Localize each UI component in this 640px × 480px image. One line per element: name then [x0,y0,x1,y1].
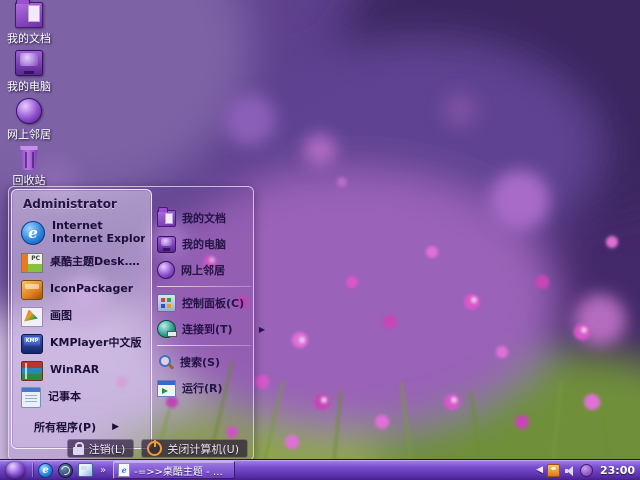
menu-divider [157,345,251,346]
taskbar: » -=>>桌酷主题 - M... ◀ 23:00 [0,459,640,480]
start-menu: Administrator Internet Internet Explorer… [8,186,265,461]
menu-item-zhuoku-theme[interactable]: 桌酷主题Desk.ZhuoKu.Com [12,249,151,276]
control-panel-icon [157,294,176,312]
menu-item-network-places[interactable]: 网上邻居 [157,257,251,283]
kmplayer-icon [21,333,43,354]
start-menu-left-panel: Administrator Internet Internet Explorer… [11,189,152,449]
menu-item-label: 搜索(S) [180,356,220,369]
network-places-icon [157,261,175,279]
menu-item-my-documents[interactable]: 我的文档 [157,205,251,231]
all-programs-button[interactable]: 所有程序(P) ▶ [34,419,119,435]
connect-to-icon [157,320,177,338]
menu-item-search[interactable]: 搜索(S) [157,349,251,375]
power-icon [147,441,163,456]
desktop-icon-label: 网上邻居 [7,128,51,141]
desktop-icon-network-places[interactable]: 网上邻居 [2,98,56,146]
menu-item-run[interactable]: 运行(R) [157,375,251,401]
ie-icon[interactable] [38,462,53,478]
zhuoku-theme-icon [21,252,43,273]
my-computer-icon [157,235,176,253]
network-places-icon [16,98,42,124]
tray-collapse-chevron[interactable]: ◀ [536,465,543,475]
iconpackager-icon [21,279,43,300]
menu-item-label: KMPlayer中文版 [50,337,142,350]
my-documents-icon [157,206,176,227]
all-programs-label: 所有程序(P) [34,421,97,434]
my-documents-icon [15,0,43,28]
menu-item-winrar[interactable]: WinRAR [12,357,151,384]
menu-item-paint[interactable]: 画图 [12,303,151,330]
desktop-icon-my-computer[interactable]: 我的电脑 [2,50,56,98]
menu-item-label: 控制面板(C) [182,297,245,310]
volume-icon[interactable] [564,465,576,476]
start-menu-bottom-bar: 注销(L) 关闭计算机(U) [66,439,248,458]
chevron-right-icon: ▶ [258,324,265,334]
run-icon [157,379,176,397]
ie-icon [21,220,45,245]
menu-item-connect-to[interactable]: 连接到(T) ▶ [157,316,265,342]
recycle-bin-icon [20,146,38,170]
search-icon [157,354,174,370]
menu-item-label: Internet Internet Explorer [52,219,145,245]
turn-off-computer-button[interactable]: 关闭计算机(U) [141,439,248,458]
my-computer-icon [15,50,43,76]
system-tray: ◀ 23:00 [536,463,640,477]
menu-item-label: 运行(R) [182,382,223,395]
clock[interactable]: 23:00 [600,464,635,477]
menu-item-my-computer[interactable]: 我的电脑 [157,231,251,257]
taskbar-divider [32,463,33,477]
menu-item-label: 网上邻居 [181,264,225,277]
start-menu-right-panel: 我的文档 我的电脑 网上邻居 控制面板(C) 连接到(T) ▶ 搜索(S) 运行… [157,205,265,401]
menu-item-label: 记事本 [48,391,81,404]
lock-icon [72,441,84,455]
menu-item-internet-explorer[interactable]: Internet Internet Explorer [12,216,151,249]
start-button[interactable] [6,461,25,479]
theme-icon[interactable] [579,463,593,477]
desktop-icon-label: 我的文档 [7,32,51,45]
turn-off-label: 关闭计算机(U) [167,442,239,456]
menu-item-label: 桌酷主题Desk.ZhuoKu.Com [50,256,145,269]
menu-item-label: 画图 [50,310,72,323]
menu-item-control-panel[interactable]: 控制面板(C) [157,290,251,316]
menu-item-label: IconPackager [50,283,134,296]
msn-globe-icon[interactable] [58,462,73,478]
paint-icon [21,306,43,327]
desktop-icon-list: 我的文档 我的电脑 网上邻居 回收站 [2,0,56,194]
menu-divider [157,286,251,287]
desktop[interactable]: 我的文档 我的电脑 网上邻居 回收站 Administrator Interne… [0,0,640,480]
log-off-label: 注销(L) [88,442,126,456]
menu-item-label: 连接到(T) [182,323,233,336]
desktop-icon-my-documents[interactable]: 我的文档 [2,0,56,50]
chevron-right-icon: ▶ [112,422,120,432]
menu-item-label: WinRAR [50,364,100,377]
menu-item-kmplayer[interactable]: KMPlayer中文版 [12,330,151,357]
show-desktop-icon[interactable] [78,463,93,477]
messenger-icon[interactable] [546,463,560,477]
menu-item-label: 我的文档 [182,212,226,225]
winrar-icon [21,360,43,381]
taskbar-task-button[interactable]: -=>>桌酷主题 - M... [113,461,236,479]
menu-item-notepad[interactable]: 记事本 [12,384,151,411]
start-menu-user-name: Administrator [23,197,117,211]
menu-item-label: 我的电脑 [182,238,226,251]
quick-launch-bar: » [36,462,110,478]
start-menu-pinned-list: Internet Internet Explorer 桌酷主题Desk.Zhuo… [12,216,151,411]
desktop-icon-label: 我的电脑 [7,80,51,93]
notepad-icon [21,387,41,408]
menu-item-iconpackager[interactable]: IconPackager [12,276,151,303]
log-off-button[interactable]: 注销(L) [66,439,135,458]
task-button-title: -=>>桌酷主题 - M... [134,466,231,478]
quick-launch-overflow-chevron[interactable]: » [100,465,106,476]
ie-page-icon [118,463,131,477]
